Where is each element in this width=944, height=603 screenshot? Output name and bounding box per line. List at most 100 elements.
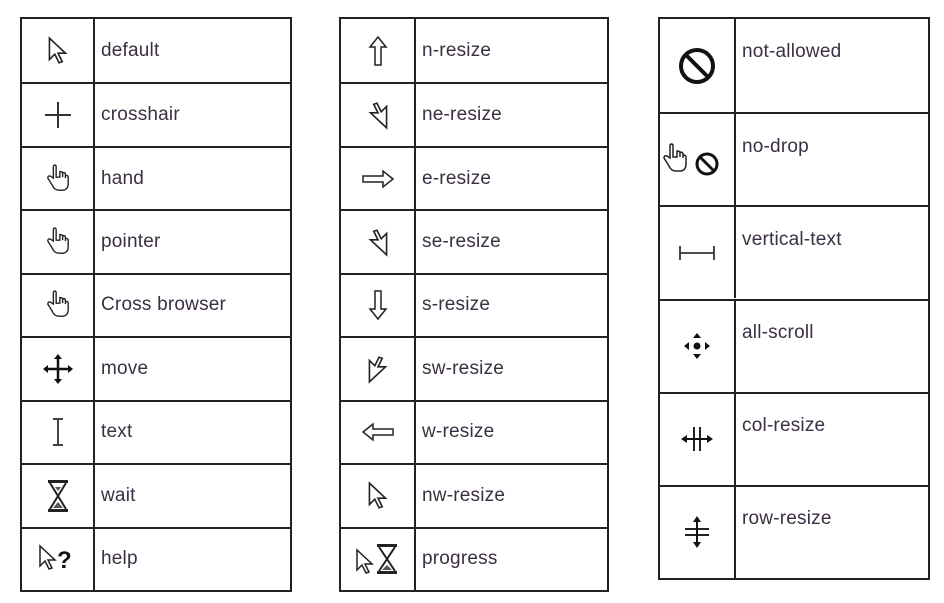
table-row: s-resize [341, 272, 607, 337]
icon-cell [22, 19, 95, 83]
default-arrow-icon [45, 36, 71, 66]
icon-cell [22, 147, 95, 210]
table-row: no-drop [660, 112, 928, 206]
table-row: progress [341, 526, 607, 590]
icon-cell [341, 211, 416, 273]
not-allowed-icon [677, 46, 717, 86]
table-row: hand [22, 145, 290, 210]
table-row: ? help [22, 526, 290, 590]
table-row: ne-resize [341, 82, 607, 146]
table-row: e-resize [341, 145, 607, 210]
cursor-label: nw-resize [422, 484, 506, 506]
table-row: sw-resize [341, 336, 607, 400]
arrow-down-icon [367, 289, 388, 321]
icon-cell [660, 114, 736, 206]
hand-icon [45, 290, 71, 320]
cursor-label: no-drop [742, 135, 809, 157]
icon-cell [341, 84, 416, 146]
cursor-label: not-allowed [742, 40, 842, 62]
table-row: not-allowed [660, 19, 928, 113]
cursor-label: w-resize [422, 421, 495, 443]
icon-cell [341, 338, 416, 400]
hand-icon [45, 227, 71, 257]
icon-cell [660, 207, 736, 299]
cursor-label: sw-resize [422, 357, 505, 379]
help-arrow-question-icon: ? [38, 543, 78, 575]
icon-cell [660, 486, 736, 578]
cursor-label: crosshair [101, 104, 180, 126]
icon-cell [22, 401, 95, 464]
table-row: Cross browser [22, 272, 290, 337]
icon-cell [660, 393, 736, 485]
cursor-label: move [101, 357, 149, 379]
cursor-label: n-resize [422, 39, 492, 61]
text-ibeam-icon [48, 416, 68, 448]
table-row: all-scroll [660, 298, 928, 392]
table-row: text [22, 399, 290, 464]
arrow-ne-icon [366, 100, 390, 130]
cursor-label: wait [101, 484, 136, 506]
cursor-label: Cross browser [101, 294, 227, 316]
cursor-label: s-resize [422, 294, 491, 316]
cursor-label: row-resize [742, 508, 832, 530]
icon-cell [22, 84, 95, 146]
arrow-nw-icon [366, 481, 390, 511]
row-resize-icon [682, 514, 712, 550]
svg-text:?: ? [57, 547, 72, 574]
arrow-up-icon [367, 35, 388, 67]
table-row: nw-resize [341, 463, 607, 527]
col-resize-icon [679, 424, 715, 454]
cursor-table-1: default crosshair hand pointer Cross browser… [20, 17, 292, 592]
cursor-label: e-resize [422, 167, 492, 189]
arrow-hourglass-icon [355, 542, 401, 576]
crosshair-icon [43, 100, 73, 130]
icon-cell [660, 19, 736, 113]
all-scroll-icon [682, 331, 712, 361]
arrow-sw-icon [366, 354, 390, 384]
cursor-label: vertical-text [742, 228, 842, 250]
arrow-left-icon [361, 422, 395, 442]
move-icon [41, 352, 75, 386]
icon-cell [660, 300, 736, 392]
table-row: default [22, 19, 290, 83]
hourglass-icon [46, 478, 70, 514]
table-row: crosshair [22, 82, 290, 146]
table-row: wait [22, 463, 290, 527]
cursor-table-3: not-allowed no-drop vertical-text all-scrol… [658, 17, 930, 580]
icon-cell [341, 274, 416, 337]
icon-cell [22, 465, 95, 527]
cursor-table-2: n-resize ne-resize e-resize se-resize s-resi… [339, 17, 609, 592]
icon-cell [341, 465, 416, 527]
table-row: w-resize [341, 399, 607, 464]
icon-cell [341, 401, 416, 464]
cursor-label: pointer [101, 231, 161, 253]
icon-cell [341, 19, 416, 83]
icon-cell [22, 211, 95, 273]
cursor-label: hand [101, 167, 145, 189]
table-row: vertical-text [660, 205, 928, 299]
arrow-se-icon [366, 227, 390, 257]
cursor-label: text [101, 421, 133, 443]
icon-cell [22, 338, 95, 400]
table-row: move [22, 336, 290, 400]
arrow-right-icon [361, 169, 395, 189]
table-row: n-resize [341, 19, 607, 83]
cursor-label: se-resize [422, 231, 501, 253]
icon-cell: ? [22, 528, 95, 590]
cursor-label: default [101, 39, 160, 61]
icon-cell [341, 147, 416, 210]
table-row: col-resize [660, 391, 928, 485]
hand-icon [45, 163, 71, 194]
table-row: pointer [22, 209, 290, 273]
icon-cell [341, 528, 416, 590]
cursor-label: ne-resize [422, 104, 502, 126]
hand-no-drop-icon [661, 142, 733, 178]
cursor-label: all-scroll [742, 322, 814, 344]
table-row: se-resize [341, 209, 607, 273]
vertical-text-icon [677, 243, 717, 263]
icon-cell [22, 274, 95, 337]
cursor-label: help [101, 548, 138, 570]
table-row: row-resize [660, 484, 928, 578]
cursor-label: col-resize [742, 415, 826, 437]
cursor-label: progress [422, 548, 498, 570]
